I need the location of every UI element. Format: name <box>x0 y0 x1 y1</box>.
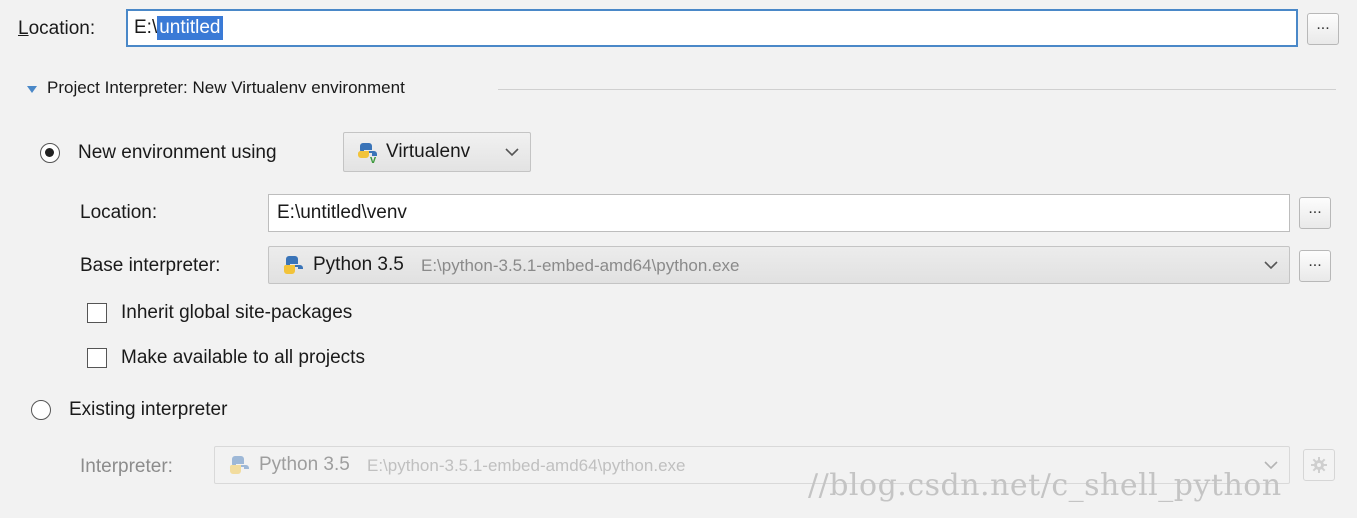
project-location-label: Location: <box>18 17 95 41</box>
watermark-text: //blog.csdn.net/c_shell_python <box>808 468 1282 503</box>
location-label-rest: ocation: <box>28 18 96 39</box>
env-tool-dropdown[interactable]: v Virtualenv <box>343 132 531 172</box>
venv-location-input[interactable]: E:\untitled\venv <box>268 194 1290 232</box>
project-location-browse-button[interactable]: ... <box>1307 13 1339 45</box>
project-location-input[interactable]: E:\ untitled <box>126 9 1298 47</box>
gear-icon <box>1311 457 1327 473</box>
base-interpreter-path: E:\python-3.5.1-embed-amd64\python.exe <box>421 256 740 275</box>
project-location-prefix: E:\ <box>134 17 158 38</box>
chevron-down-icon <box>505 148 519 157</box>
base-interpreter-label: Base interpreter: <box>80 255 221 276</box>
new-environment-label[interactable]: New environment using <box>78 141 277 165</box>
inherit-site-packages-label[interactable]: Inherit global site-packages <box>121 301 352 325</box>
python-logo-icon <box>283 256 303 274</box>
interpreter-section-title[interactable]: Project Interpreter: New Virtualenv envi… <box>47 77 405 99</box>
interpreter-label: Interpreter: <box>80 456 173 477</box>
existing-interpreter-label[interactable]: Existing interpreter <box>69 398 227 422</box>
base-interpreter-browse-button[interactable]: ... <box>1299 250 1331 282</box>
python-virtualenv-icon: v <box>357 143 377 164</box>
make-available-checkbox[interactable] <box>87 348 107 368</box>
chevron-down-icon <box>1264 261 1278 270</box>
existing-interpreter-path: E:\python-3.5.1-embed-amd64\python.exe <box>367 456 686 475</box>
base-interpreter-dropdown[interactable]: Python 3.5 E:\python-3.5.1-embed-amd64\p… <box>268 246 1290 284</box>
svg-text:v: v <box>370 154 377 164</box>
env-tool-value: Virtualenv <box>386 141 471 162</box>
venv-location-value: E:\untitled\venv <box>277 202 407 223</box>
section-divider <box>498 89 1336 90</box>
inherit-site-packages-checkbox[interactable] <box>87 303 107 323</box>
venv-location-browse-button[interactable]: ... <box>1299 197 1331 229</box>
location-mnemonic: L <box>18 18 29 39</box>
existing-interpreter-name: Python 3.5 <box>259 454 350 475</box>
interpreter-settings-button[interactable] <box>1303 449 1335 481</box>
python-logo-icon <box>229 456 249 474</box>
expand-triangle-icon[interactable] <box>27 85 37 95</box>
new-environment-radio[interactable] <box>40 143 60 163</box>
base-interpreter-name: Python 3.5 <box>313 254 404 275</box>
existing-interpreter-radio[interactable] <box>31 400 51 420</box>
make-available-label[interactable]: Make available to all projects <box>121 346 365 370</box>
project-location-selected-text: untitled <box>157 16 223 40</box>
venv-location-label: Location: <box>80 202 158 223</box>
